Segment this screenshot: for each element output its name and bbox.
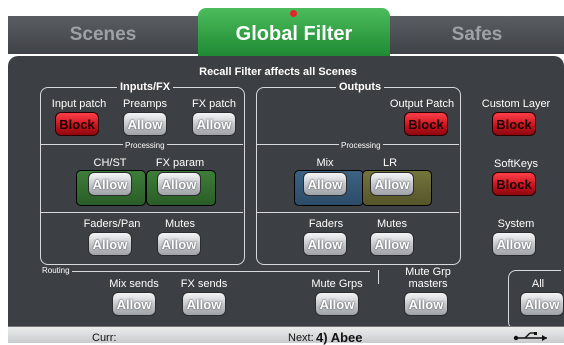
mute-grps-allow-button[interactable]: Allow (315, 292, 359, 316)
ch-st-allow-button[interactable]: Allow (88, 172, 132, 196)
mix-sends-allow-button[interactable]: Allow (112, 292, 156, 316)
outputs-faders-allow-button[interactable]: Allow (303, 232, 347, 256)
fx-param-label: FX param (155, 157, 205, 169)
divider (41, 212, 243, 213)
tab-scenes[interactable]: Scenes (8, 16, 198, 54)
ch-st-label: CH/ST (93, 157, 127, 169)
fx-patch-label: FX patch (191, 98, 237, 110)
input-patch-label: Input patch (51, 98, 107, 110)
divider (257, 212, 459, 213)
tab-safes[interactable]: Safes (390, 16, 564, 54)
mix-allow-button[interactable]: Allow (303, 172, 347, 196)
outputs-faders-label: Faders (308, 218, 344, 230)
routing-separator (378, 270, 379, 284)
inputs-mutes-allow-button[interactable]: Allow (157, 232, 201, 256)
outputs-processing-title: Processing (339, 141, 383, 150)
preamps-allow-button[interactable]: Allow (123, 112, 167, 136)
inputs-mutes-label: Mutes (165, 218, 195, 230)
routing-divider (40, 271, 370, 272)
output-patch-block-button[interactable]: Block (404, 112, 448, 136)
next-scene-prefix: Next: (288, 332, 314, 344)
all-label: All (531, 278, 545, 290)
preamps-label: Preamps (122, 98, 168, 110)
fx-sends-label: FX sends (180, 278, 228, 290)
outputs-mutes-label: Mutes (377, 218, 407, 230)
mute-grp-masters-label-line2: masters (408, 278, 448, 290)
mute-grps-label: Mute Grps (311, 278, 363, 290)
all-allow-button[interactable]: Allow (520, 292, 564, 316)
fx-sends-allow-button[interactable]: Allow (182, 292, 226, 316)
output-patch-label: Output Patch (389, 98, 455, 110)
mix-label: Mix (316, 157, 334, 169)
system-allow-button[interactable]: Allow (492, 232, 536, 256)
outputs-title: Outputs (336, 81, 385, 93)
usb-icon (513, 332, 547, 341)
faders-pan-allow-button[interactable]: Allow (88, 232, 132, 256)
custom-layer-block-button[interactable]: Block (492, 112, 536, 136)
next-scene-name: 4) Abee (316, 330, 363, 345)
mute-grp-masters-label-line1: Mute Grp (405, 266, 451, 278)
inputs-processing-title: Processing (123, 141, 167, 150)
current-scene-label: Curr: (92, 332, 117, 344)
softkeys-label: SoftKeys (493, 158, 539, 170)
lr-label: LR (382, 157, 398, 169)
custom-layer-label: Custom Layer (481, 98, 551, 110)
outputs-mutes-allow-button[interactable]: Allow (370, 232, 414, 256)
lr-allow-button[interactable]: Allow (370, 172, 414, 196)
inputs-fx-title: Inputs/FX (117, 81, 174, 93)
mute-grp-masters-allow-button[interactable]: Allow (404, 292, 448, 316)
active-indicator-dot (290, 10, 297, 17)
input-patch-block-button[interactable]: Block (55, 112, 99, 136)
routing-title: Routing (40, 266, 72, 275)
panel-headline: Recall Filter affects all Scenes (199, 66, 357, 78)
mix-sends-label: Mix sends (109, 278, 159, 290)
fx-patch-allow-button[interactable]: Allow (192, 112, 236, 136)
system-label: System (497, 218, 535, 230)
faders-pan-label: Faders/Pan (83, 218, 141, 230)
fx-param-allow-button[interactable]: Allow (157, 172, 201, 196)
softkeys-block-button[interactable]: Block (492, 172, 536, 196)
